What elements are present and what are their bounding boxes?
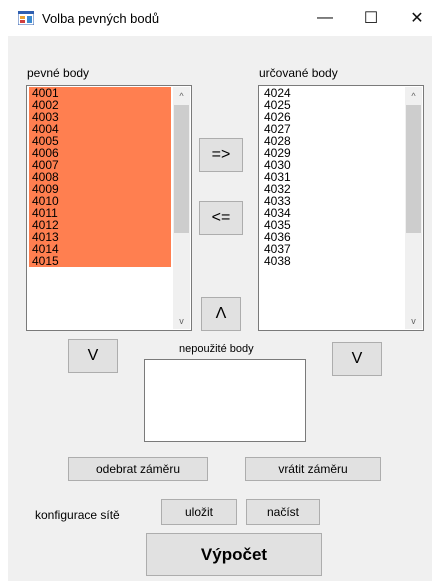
form-icon (17, 10, 35, 26)
minimize-button[interactable]: — (302, 0, 348, 36)
load-button[interactable]: načíst (246, 499, 320, 525)
scroll-up-icon[interactable]: ^ (405, 87, 422, 104)
scroll-up-icon[interactable]: ^ (173, 87, 190, 104)
fixed-points-list[interactable]: 4001 4002 4003 4004 4005 4006 4007 4008 4009 4010… (26, 85, 192, 331)
window-title: Volba pevných bodů (42, 11, 160, 26)
scroll-down-icon[interactable]: v (173, 312, 190, 329)
close-button[interactable]: ✕ (394, 0, 440, 36)
list-item[interactable]: 4038 (261, 255, 403, 267)
maximize-button[interactable]: ☐ (348, 0, 394, 36)
determined-points-label: určované body (259, 66, 338, 80)
move-up-button[interactable]: Λ (201, 297, 241, 331)
save-button[interactable]: uložit (161, 499, 237, 525)
determined-points-list[interactable]: 4024 4025 4026 4027 4028 4029 4030 4031 4032 4033… (258, 85, 424, 331)
move-left-button[interactable]: <= (199, 201, 243, 235)
scrollbar-thumb[interactable] (406, 105, 421, 233)
restore-observation-button[interactable]: vrátit záměru (245, 457, 381, 481)
remove-observation-button[interactable]: odebrat záměru (68, 457, 208, 481)
right-move-down-button[interactable]: V (332, 342, 382, 376)
move-right-button[interactable]: => (199, 138, 243, 172)
fixed-points-scrollbar[interactable]: ^ v (173, 87, 190, 329)
unused-points-label: nepoužité body (179, 343, 254, 355)
network-config-label: konfigurace sítě (35, 508, 120, 522)
unused-points-list[interactable] (144, 359, 306, 442)
determined-points-scrollbar[interactable]: ^ v (405, 87, 422, 329)
fixed-points-label: pevné body (27, 66, 90, 80)
list-item[interactable]: 4015 (29, 255, 171, 267)
left-move-down-button[interactable]: V (68, 339, 118, 373)
scrollbar-thumb[interactable] (174, 105, 189, 233)
title-bar: Volba pevných bodů — ☐ ✕ (0, 0, 440, 36)
compute-button[interactable]: Výpočet (146, 533, 322, 576)
scroll-down-icon[interactable]: v (405, 312, 422, 329)
